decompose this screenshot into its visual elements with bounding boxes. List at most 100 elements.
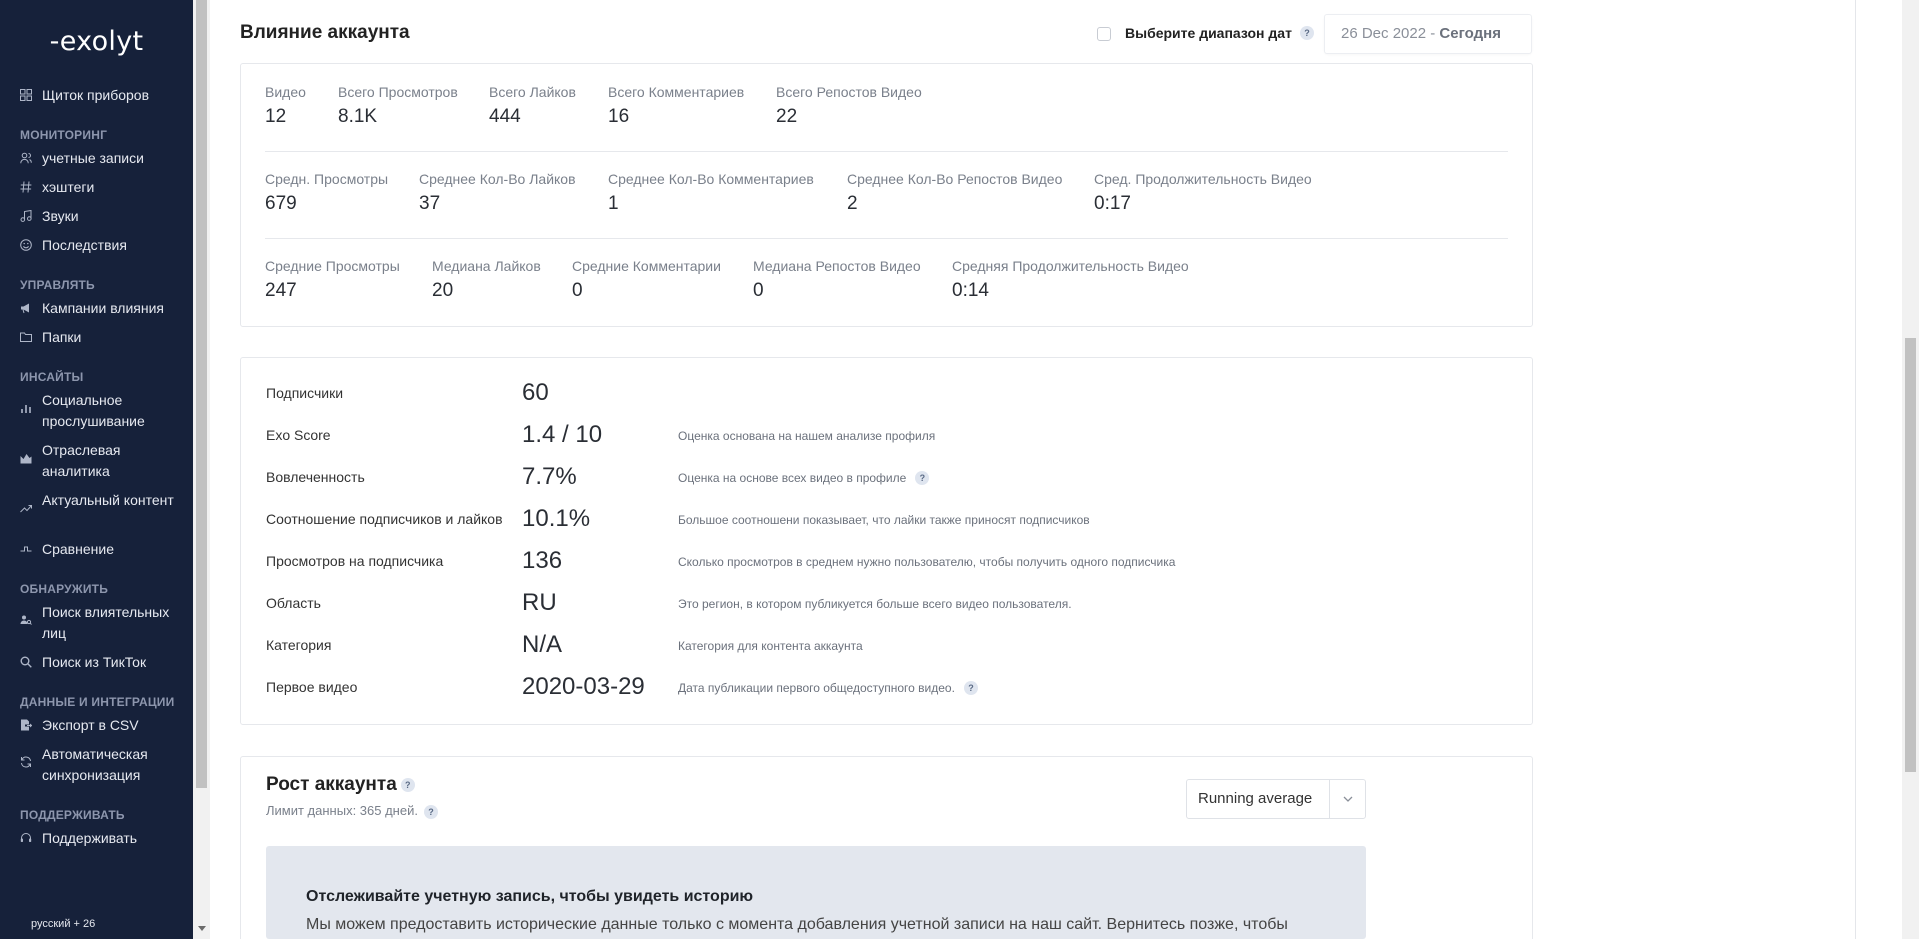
stat-label: Видео [265, 84, 306, 100]
help-icon[interactable]: ? [423, 804, 438, 819]
sidebar-item-label: хэштеги [42, 179, 95, 195]
sidebar-item-csv-export[interactable]: Экспорт в CSV [20, 715, 187, 736]
content-divider [1855, 0, 1856, 939]
metric-value: 60 [522, 379, 549, 406]
sidebar-item-label: Поддерживать [42, 830, 138, 846]
date-separator: - [1426, 25, 1440, 42]
stat-value: 8.1K [338, 106, 378, 127]
stat-median-likes: Медиана Лайков 20 [432, 258, 541, 302]
sidebar-item-label: Звуки [42, 208, 79, 224]
stat-value: 0:14 [952, 280, 989, 301]
sidebar-item-label: Актуальный контент [42, 492, 174, 508]
sidebar-scrollbar[interactable] [193, 0, 210, 939]
sidebar-item-hashtags[interactable]: хэштеги [20, 177, 187, 198]
smile-icon [20, 239, 34, 253]
chevron-down-icon[interactable] [1341, 792, 1355, 806]
divider [265, 238, 1508, 239]
metric-description: Оценка основана на нашем анализе профиля [678, 429, 936, 443]
metric-value: 1.4 / 10 [522, 421, 603, 448]
language-selector[interactable]: русский + 26 [31, 918, 95, 930]
stat-value: 12 [265, 106, 287, 127]
help-icon[interactable]: ? [400, 777, 415, 792]
page-title: Влияние аккаунта [240, 22, 410, 43]
grid-icon [20, 89, 34, 103]
music-icon [20, 210, 34, 224]
metric-description: Сколько просмотров в среднем нужно польз… [678, 555, 1176, 569]
sidebar-item-trending[interactable]: Актуальный контент [20, 490, 187, 516]
stat-label: Среднее Кол-Во Комментариев [608, 171, 814, 187]
help-icon[interactable]: ? [963, 681, 978, 695]
metric-description: Оценка на основе всех видео в профиле? [678, 471, 930, 485]
banner-title: Отслеживайте учетную запись, чтобы увиде… [306, 888, 754, 905]
sidebar-item-social-listening[interactable]: Социальное прослушивание [20, 390, 187, 432]
trend-icon [20, 502, 34, 516]
divider [265, 151, 1508, 152]
stat-value: 37 [419, 193, 441, 214]
metric-label: Exo Score [266, 427, 331, 443]
scroll-down-arrow-icon[interactable] [198, 926, 206, 931]
logo[interactable]: -exolyt [0, 26, 193, 57]
section-support: ПОДДЕРЖИВАТЬ [20, 808, 125, 822]
sidebar-item-accounts[interactable]: учетные записи [20, 148, 187, 169]
select-separator [1329, 780, 1330, 818]
sidebar-item-support[interactable]: Поддерживать [20, 828, 187, 849]
select-value: Running average [1198, 790, 1313, 807]
metric-value: 7.7% [522, 463, 577, 490]
export-icon [20, 719, 34, 733]
stat-label: Медиана Лайков [432, 258, 541, 274]
growth-title: Рост аккаунта? [266, 774, 415, 796]
sidebar-item-folders[interactable]: Папки [20, 327, 187, 348]
sidebar-item-influencer-search[interactable]: Поиск влиятельных лиц [20, 602, 187, 644]
metric-value: 136 [522, 547, 563, 574]
page-scrollbar[interactable] [1902, 0, 1919, 939]
stat-label: Средн. Просмотры [265, 171, 389, 187]
sidebar-item-autosync[interactable]: Автоматическая синхронизация [20, 744, 187, 786]
compare-icon [20, 543, 34, 557]
stat-videos: Видео 12 [265, 84, 306, 128]
sidebar-item-label: Экспорт в CSV [42, 717, 139, 733]
section-discover: ОБНАРУЖИТЬ [20, 582, 109, 596]
section-manage: УПРАВЛЯТЬ [20, 278, 95, 292]
stat-avg-views: Средн. Просмотры 679 [265, 171, 388, 215]
megaphone-icon [20, 302, 34, 316]
date-range-picker[interactable]: 26 Dec 2022 - Сегодня [1324, 14, 1532, 54]
sidebar-item-dashboard[interactable]: Щиток приборов [20, 85, 187, 106]
help-icon[interactable]: ? [915, 471, 930, 485]
stat-median-reposts: Медиана Репостов Видео 0 [753, 258, 921, 302]
sidebar-item-followers[interactable]: Последствия [20, 235, 187, 256]
stat-label: Средние Комментарии [572, 258, 721, 274]
sidebar-item-label: Щиток приборов [42, 87, 150, 103]
help-icon[interactable]: ? [1300, 26, 1314, 40]
sidebar-item-compare[interactable]: Сравнение [20, 539, 187, 560]
date-range-checkbox[interactable] [1097, 27, 1111, 41]
sidebar-item-label: Кампании влияния [42, 300, 165, 316]
stat-value: 0 [572, 280, 583, 301]
sidebar-item-label: Папки [42, 329, 82, 345]
sync-icon [20, 756, 34, 770]
sidebar-item-sounds[interactable]: Звуки [20, 206, 187, 227]
section-data: ДАННЫЕ И ИНТЕГРАЦИИ [20, 695, 175, 709]
metric-value: 10.1% [522, 505, 591, 532]
sidebar-item-label: Поиск из ТикТок [42, 654, 147, 670]
scrollbar-thumb[interactable] [196, 0, 207, 788]
scrollbar-thumb[interactable] [1905, 338, 1916, 772]
sidebar-item-label: учетные записи [42, 150, 144, 166]
metric-label: Категория [266, 637, 332, 653]
average-type-select[interactable]: Running average [1186, 779, 1366, 819]
hashtag-icon [20, 181, 34, 195]
sidebar-item-industry[interactable]: Отраслевая аналитика [20, 440, 187, 482]
sidebar-item-label: Автоматическая синхронизация [42, 746, 148, 783]
sidebar-item-tiktok-search[interactable]: Поиск из ТикТок [20, 652, 187, 673]
stat-label: Среднее Кол-Во Репостов Видео [847, 171, 1063, 187]
metric-label: Вовлеченность [266, 469, 365, 485]
date-range-label: Выберите диапазон дат [1125, 25, 1292, 41]
stat-label: Всего Комментариев [608, 84, 745, 100]
track-account-banner: Отслеживайте учетную запись, чтобы увиде… [266, 846, 1366, 939]
folder-icon [20, 331, 34, 345]
sidebar-item-campaigns[interactable]: Кампании влияния [20, 298, 187, 319]
profile-metrics-card [240, 357, 1533, 725]
stat-label: Среднее Кол-Во Лайков [419, 171, 576, 187]
stat-label: Всего Просмотров [338, 84, 458, 100]
bar-chart-icon [20, 402, 34, 416]
metric-label: Соотношение подписчиков и лайков [266, 511, 503, 527]
